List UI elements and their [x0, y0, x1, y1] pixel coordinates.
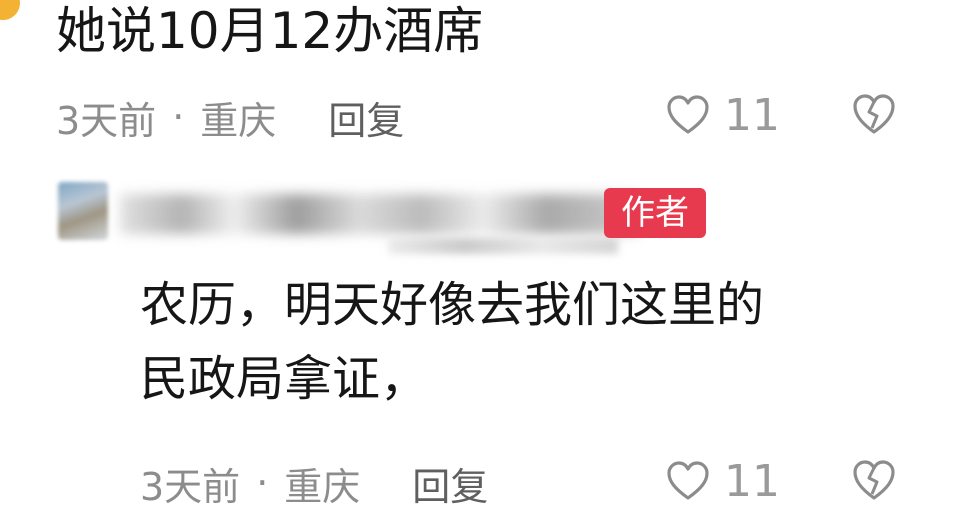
reply-location: 重庆	[284, 464, 361, 509]
broken-heart-icon[interactable]	[852, 458, 896, 502]
comment-meta: 3天前 · 重庆 回复	[56, 90, 404, 145]
like-count: 11	[724, 89, 780, 141]
like-count: 11	[724, 455, 780, 507]
heart-outline-icon	[667, 95, 709, 134]
comment-thread: 她说10月12办酒席 3天前 · 重庆 回复 11 作者 农历，明天好像去我们这…	[0, 0, 955, 513]
reply-text-line: 民政局拿证，	[140, 351, 429, 407]
like-button[interactable]: 11	[666, 89, 780, 141]
meta-separator: ·	[172, 95, 185, 139]
reply-button[interactable]: 回复	[328, 90, 404, 145]
reply-user[interactable]	[58, 182, 640, 268]
reply-text-line: 农历，明天好像去我们这里的	[140, 277, 765, 333]
avatar[interactable]	[58, 182, 108, 240]
comment-text: 她说10月12办酒席	[56, 2, 484, 60]
comment-time: 3天前	[56, 98, 157, 143]
broken-heart-icon[interactable]	[852, 92, 896, 136]
comment-location: 重庆	[200, 98, 277, 143]
reply-meta: 3天前 · 重庆 回复	[140, 456, 488, 511]
reply-text: 农历，明天好像去我们这里的 民政局拿证，	[140, 268, 930, 416]
username-blurred[interactable]	[120, 194, 640, 234]
reply-time: 3天前	[140, 464, 241, 509]
author-badge: 作者	[604, 188, 706, 238]
like-button[interactable]: 11	[666, 455, 780, 507]
reply-button[interactable]: 回复	[412, 456, 488, 511]
user-info-blurred	[388, 238, 618, 254]
heart-outline-icon	[667, 461, 709, 500]
avatar-edge	[0, 0, 20, 20]
meta-separator: ·	[256, 461, 269, 505]
